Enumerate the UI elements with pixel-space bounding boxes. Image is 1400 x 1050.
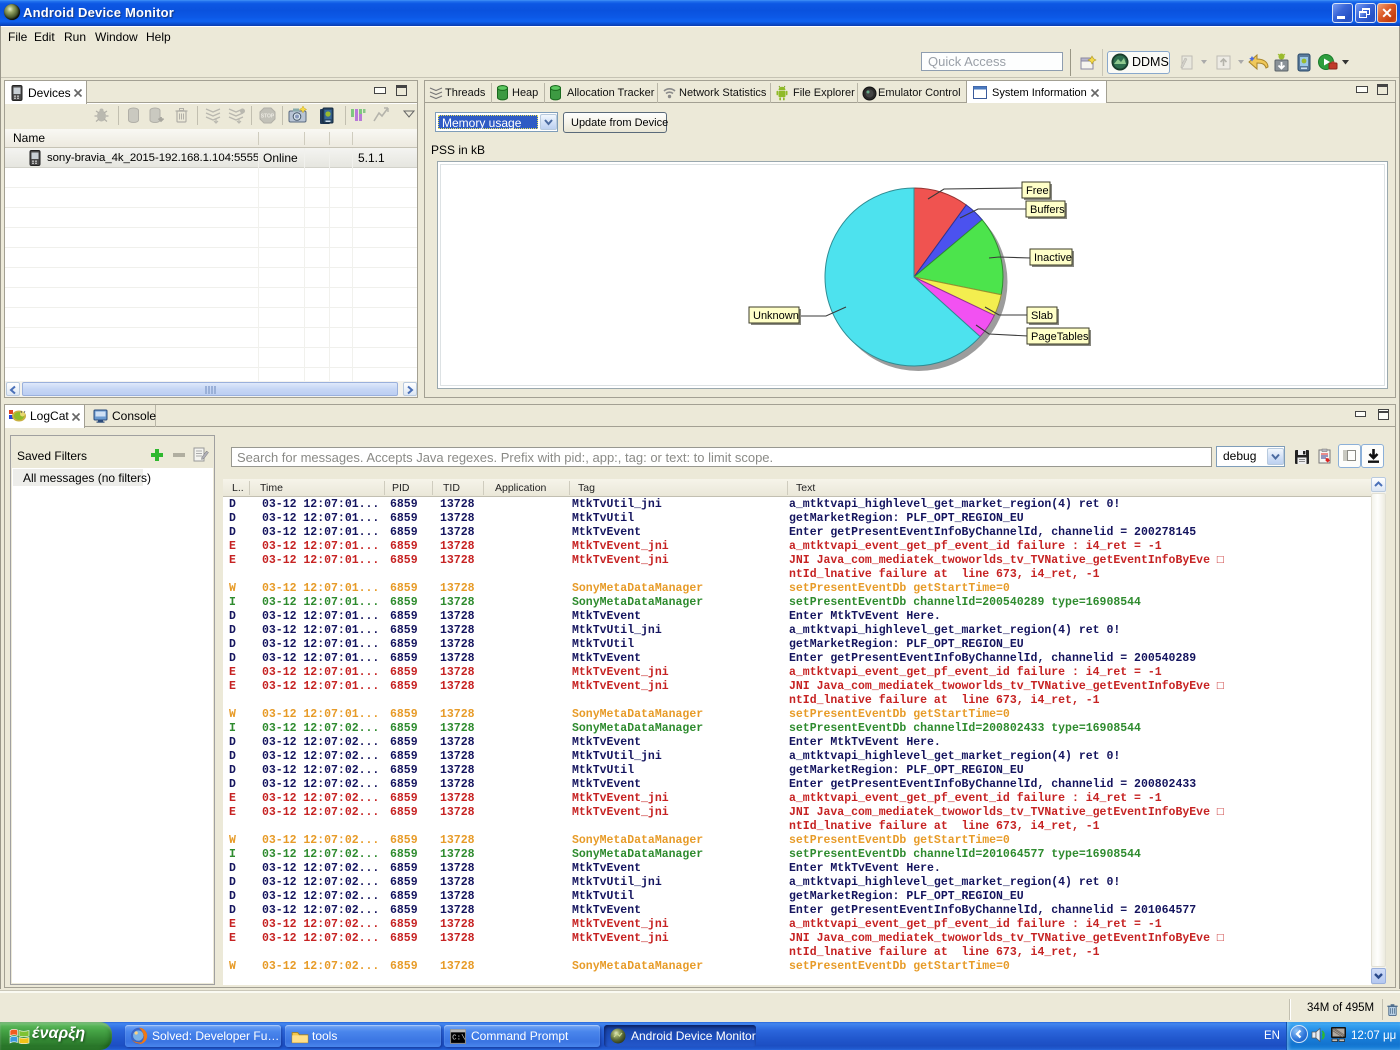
svg-text:Free: Free: [1026, 185, 1049, 197]
svg-text:Inactive: Inactive: [1034, 252, 1072, 264]
svg-text:C:\: C:\: [452, 1035, 466, 1043]
svg-text:Buffers: Buffers: [1030, 204, 1065, 216]
svg-text:STOP: STOP: [261, 114, 275, 120]
svg-text:Unknown: Unknown: [753, 310, 799, 322]
svg-text:Slab: Slab: [1031, 310, 1053, 322]
svg-text:PageTables: PageTables: [1031, 331, 1089, 343]
